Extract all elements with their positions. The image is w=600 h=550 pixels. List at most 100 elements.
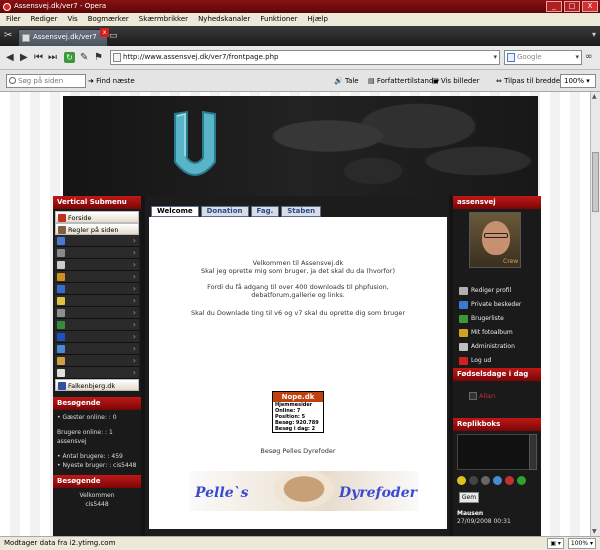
world-map-graphic	[238, 96, 538, 196]
menu-view[interactable]: Vis	[67, 13, 77, 26]
shoutbox-input[interactable]	[457, 434, 531, 470]
tab-assensvej[interactable]: Assensvej.dk/ver7	[18, 29, 108, 46]
user-link-label: Log ud	[471, 357, 492, 364]
submenu-item[interactable]: ›	[55, 295, 139, 307]
fit-width-button[interactable]: ⇔ Tilpas til bredden	[496, 76, 565, 86]
tab-donation[interactable]: Donation	[200, 206, 249, 217]
menu-help[interactable]: Hjælp	[308, 13, 328, 26]
user-link[interactable]: Rediger profil	[459, 284, 539, 298]
find-input[interactable]: Søg på siden	[6, 74, 86, 88]
search-icon	[9, 77, 16, 84]
save-button[interactable]: Gem	[459, 492, 479, 503]
smiley-icon[interactable]	[493, 476, 502, 485]
forward-icon[interactable]: ▶	[20, 52, 28, 64]
smiley-icon[interactable]	[469, 476, 478, 485]
tab-fag[interactable]: Fag.	[250, 206, 280, 217]
submenu-item[interactable]: ›	[55, 355, 139, 367]
user-link[interactable]: Log ud	[459, 354, 539, 368]
shout-author[interactable]: Mausen	[457, 510, 483, 517]
url-dropdown-icon[interactable]: ▾	[493, 51, 497, 64]
submenu-item[interactable]: Regler på siden	[55, 223, 139, 235]
menu-file[interactable]: Filer	[6, 13, 21, 26]
fit-width-label: Tilpas til bredden	[504, 77, 565, 85]
scroll-up-icon[interactable]: ▲	[592, 93, 597, 100]
maximize-button[interactable]: □	[564, 1, 580, 12]
reload-icon[interactable]: ↻	[64, 52, 75, 63]
fast-forward-icon[interactable]: ⏭	[48, 52, 57, 64]
birthday-user[interactable]: Allan	[469, 392, 495, 400]
menu-edit[interactable]: Rediger	[31, 13, 58, 26]
menu-bar: Filer Rediger Vis Bogmærker Skærmbrikker…	[0, 13, 600, 26]
submenu-item[interactable]: ›	[55, 331, 139, 343]
user-link[interactable]: Brugerliste	[459, 312, 539, 326]
welcome-question: Skal jeg oprette mig som bruger, ja det …	[201, 267, 395, 275]
submenu-item[interactable]: ›	[55, 367, 139, 379]
smiley-icon[interactable]	[457, 476, 466, 485]
user-link[interactable]: Private beskeder	[459, 298, 539, 312]
page-scrollbar[interactable]: ▲ ▼	[590, 92, 600, 536]
submenu-item[interactable]: ›	[55, 271, 139, 283]
menu-feeds[interactable]: Nyhedskanaler	[198, 13, 250, 26]
nope-counter-widget[interactable]: Nope.dk Hjemmesider Online: 7 Position: …	[272, 391, 324, 433]
user-link-label: Mit fotoalbum	[471, 329, 513, 336]
edit-icon[interactable]: ✎	[80, 52, 88, 64]
submenu-item[interactable]: Falkenbjerg.dk	[55, 379, 139, 391]
menu-widgets[interactable]: Skærmbrikker	[139, 13, 188, 26]
visitors-title: Besøgende	[53, 397, 141, 410]
submenu-item-icon	[57, 309, 65, 317]
user-icon	[469, 392, 477, 400]
submenu-item[interactable]: ›	[55, 343, 139, 355]
tab-close-button[interactable]: x	[100, 28, 109, 37]
back-icon[interactable]: ◀	[6, 52, 14, 64]
find-next-button[interactable]: ➜ Find næste	[88, 76, 135, 86]
show-images-button[interactable]: ▣ Vis billeder	[432, 76, 480, 86]
dyrefoder-banner[interactable]: Pelle`s Dyrefoder	[189, 471, 419, 511]
minimize-button[interactable]: _	[546, 1, 562, 12]
visit-pelles-link[interactable]: Besøg Pelles Dyrefoder	[149, 447, 447, 455]
speak-button[interactable]: 🔊 Tale	[334, 76, 359, 86]
submenu-item[interactable]: ›	[55, 283, 139, 295]
smiley-icon[interactable]	[481, 476, 490, 485]
tools-icon[interactable]: ✂	[4, 30, 12, 42]
rewind-icon[interactable]: ⏮	[34, 52, 43, 64]
search-dropdown-icon[interactable]: ▾	[575, 51, 579, 64]
user-link[interactable]: Administration	[459, 340, 539, 354]
banner-text-left: Pelle`s	[195, 485, 249, 501]
scroll-down-icon[interactable]: ▼	[592, 528, 597, 535]
author-mode-button[interactable]: ▤ Forfattertilstand ▾	[368, 76, 439, 86]
wand-icon[interactable]: ⚑	[94, 52, 103, 64]
smiley-icon[interactable]	[517, 476, 526, 485]
new-tab-icon[interactable]: ▭	[109, 31, 118, 41]
tab-staben[interactable]: Staben	[281, 206, 322, 217]
address-bar[interactable]: http://www.assensvej.dk/ver7/frontpage.p…	[110, 50, 500, 65]
view-icon[interactable]: ▣ ▾	[547, 538, 564, 549]
zoom-select[interactable]: 100% ▾	[560, 74, 596, 88]
submenu-item[interactable]: ›	[55, 319, 139, 331]
tab-welcome[interactable]: Welcome	[151, 206, 199, 217]
tab-list-icon[interactable]: ▾	[592, 30, 596, 40]
binoculars-icon[interactable]: ∞	[585, 52, 593, 62]
status-zoom[interactable]: 100% ▾	[567, 538, 596, 549]
submenu-item[interactable]: ›	[55, 235, 139, 247]
submenu-item[interactable]: ›	[55, 259, 139, 271]
scroll-thumb[interactable]	[592, 152, 599, 212]
submenu-item[interactable]: ›	[55, 307, 139, 319]
birthday-panel: Fødselsdage i dag	[453, 368, 541, 381]
find-next-label: Find næste	[96, 77, 135, 85]
page-icon	[113, 53, 121, 62]
shoutbox-scrollbar[interactable]	[529, 434, 537, 470]
menu-bookmarks[interactable]: Bogmærker	[88, 13, 129, 26]
user-link[interactable]: Mit fotoalbum	[459, 326, 539, 340]
submenu-item[interactable]: ›	[55, 247, 139, 259]
user-link-icon	[459, 301, 468, 309]
right-column: assensvej Crew Rediger profil Private bes…	[453, 196, 541, 536]
smiley-icon[interactable]	[505, 476, 514, 485]
google-icon	[507, 53, 515, 62]
submenu-item[interactable]: Forside	[55, 211, 139, 223]
window-controls: _ □ X	[546, 1, 598, 12]
search-box[interactable]: Google ▾	[504, 50, 582, 65]
menu-tools[interactable]: Funktioner	[260, 13, 297, 26]
close-button[interactable]: X	[582, 1, 598, 12]
opera-icon	[3, 3, 11, 11]
page-viewport: Vertical Submenu Forside Regler på siden ›…	[0, 92, 590, 536]
